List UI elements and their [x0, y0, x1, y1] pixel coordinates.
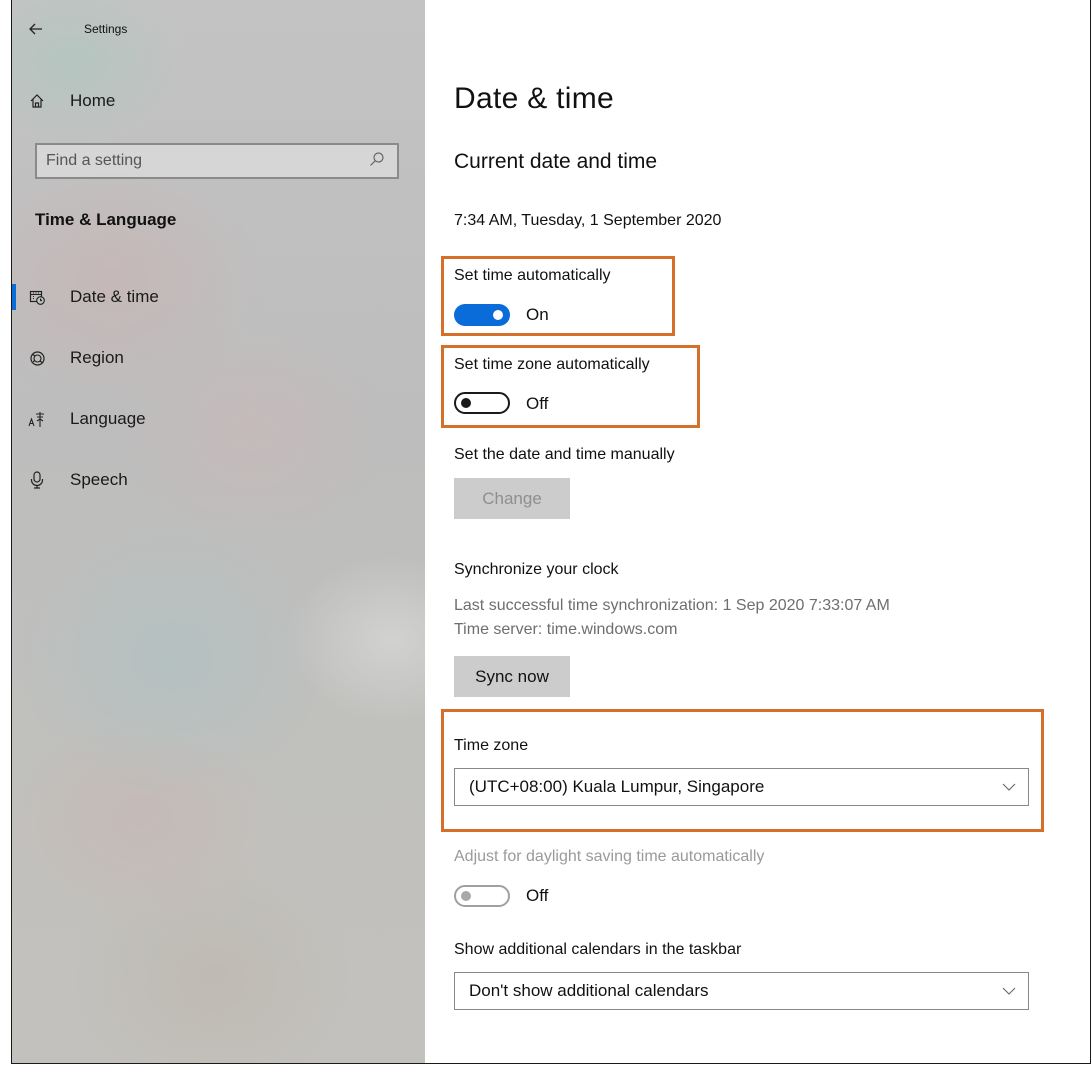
search-icon	[369, 151, 389, 172]
chevron-down-icon	[994, 987, 1024, 995]
dst-toggle[interactable]	[454, 885, 510, 907]
auto-time-label: Set time automatically	[454, 267, 611, 284]
calendars-value: Don't show additional calendars	[469, 981, 709, 1000]
sidebar-item-label: Language	[70, 409, 146, 428]
current-datetime: 7:34 AM, Tuesday, 1 September 2020	[454, 212, 722, 229]
globe-icon	[26, 350, 48, 367]
sidebar-item-label: Region	[70, 348, 124, 367]
auto-time-state: On	[526, 305, 549, 324]
settings-window: Settings Home Find a setting Time & Lang…	[11, 0, 1091, 1064]
search-input[interactable]: Find a setting	[35, 143, 399, 179]
sync-now-button[interactable]: Sync now	[454, 656, 570, 697]
content-pane: Date & time Current date and time 7:34 A…	[454, 0, 1084, 1063]
back-arrow-icon	[29, 23, 42, 35]
sidebar-item-language[interactable]: Language	[12, 399, 425, 439]
auto-timezone-label: Set time zone automatically	[454, 356, 650, 373]
nav-section-title: Time & Language	[35, 210, 177, 229]
manual-time-label: Set the date and time manually	[454, 446, 675, 463]
title-bar: Settings	[12, 14, 127, 44]
microphone-icon	[26, 471, 48, 489]
time-server-text: Time server: time.windows.com	[454, 621, 678, 638]
calendars-label: Show additional calendars in the taskbar	[454, 941, 742, 958]
nav-home[interactable]: Home	[12, 81, 425, 121]
sidebar-item-region[interactable]: Region	[12, 338, 425, 378]
timezone-select[interactable]: (UTC+08:00) Kuala Lumpur, Singapore	[454, 768, 1029, 806]
page-title: Date & time	[454, 82, 615, 115]
navigation-pane: Settings Home Find a setting Time & Lang…	[12, 0, 425, 1063]
sidebar-item-date-time[interactable]: Date & time	[12, 277, 425, 317]
back-button[interactable]	[16, 14, 56, 44]
dst-state: Off	[526, 886, 549, 905]
timezone-label: Time zone	[454, 737, 529, 754]
nav-home-label: Home	[70, 91, 116, 110]
auto-time-toggle[interactable]	[454, 304, 510, 326]
toggle-knob	[461, 891, 471, 901]
sync-heading: Synchronize your clock	[454, 561, 619, 578]
sidebar-item-speech[interactable]: Speech	[12, 460, 425, 500]
home-icon	[26, 93, 48, 109]
toggle-knob	[461, 398, 471, 408]
change-button[interactable]: Change	[454, 478, 570, 519]
auto-timezone-state: Off	[526, 394, 549, 413]
section-heading-current: Current date and time	[454, 150, 658, 173]
sidebar-item-label: Speech	[70, 470, 128, 489]
calendar-clock-icon	[26, 289, 48, 306]
app-title: Settings	[84, 22, 128, 36]
auto-timezone-toggle[interactable]	[454, 392, 510, 414]
chevron-down-icon	[994, 783, 1024, 791]
toggle-knob	[493, 310, 503, 320]
calendars-select[interactable]: Don't show additional calendars	[454, 972, 1029, 1010]
last-sync-text: Last successful time synchronization: 1 …	[454, 597, 890, 614]
search-placeholder: Find a setting	[46, 152, 143, 169]
sidebar-item-label: Date & time	[70, 287, 159, 306]
language-icon	[26, 411, 48, 428]
dst-label: Adjust for daylight saving time automati…	[454, 848, 765, 865]
timezone-value: (UTC+08:00) Kuala Lumpur, Singapore	[469, 777, 765, 796]
